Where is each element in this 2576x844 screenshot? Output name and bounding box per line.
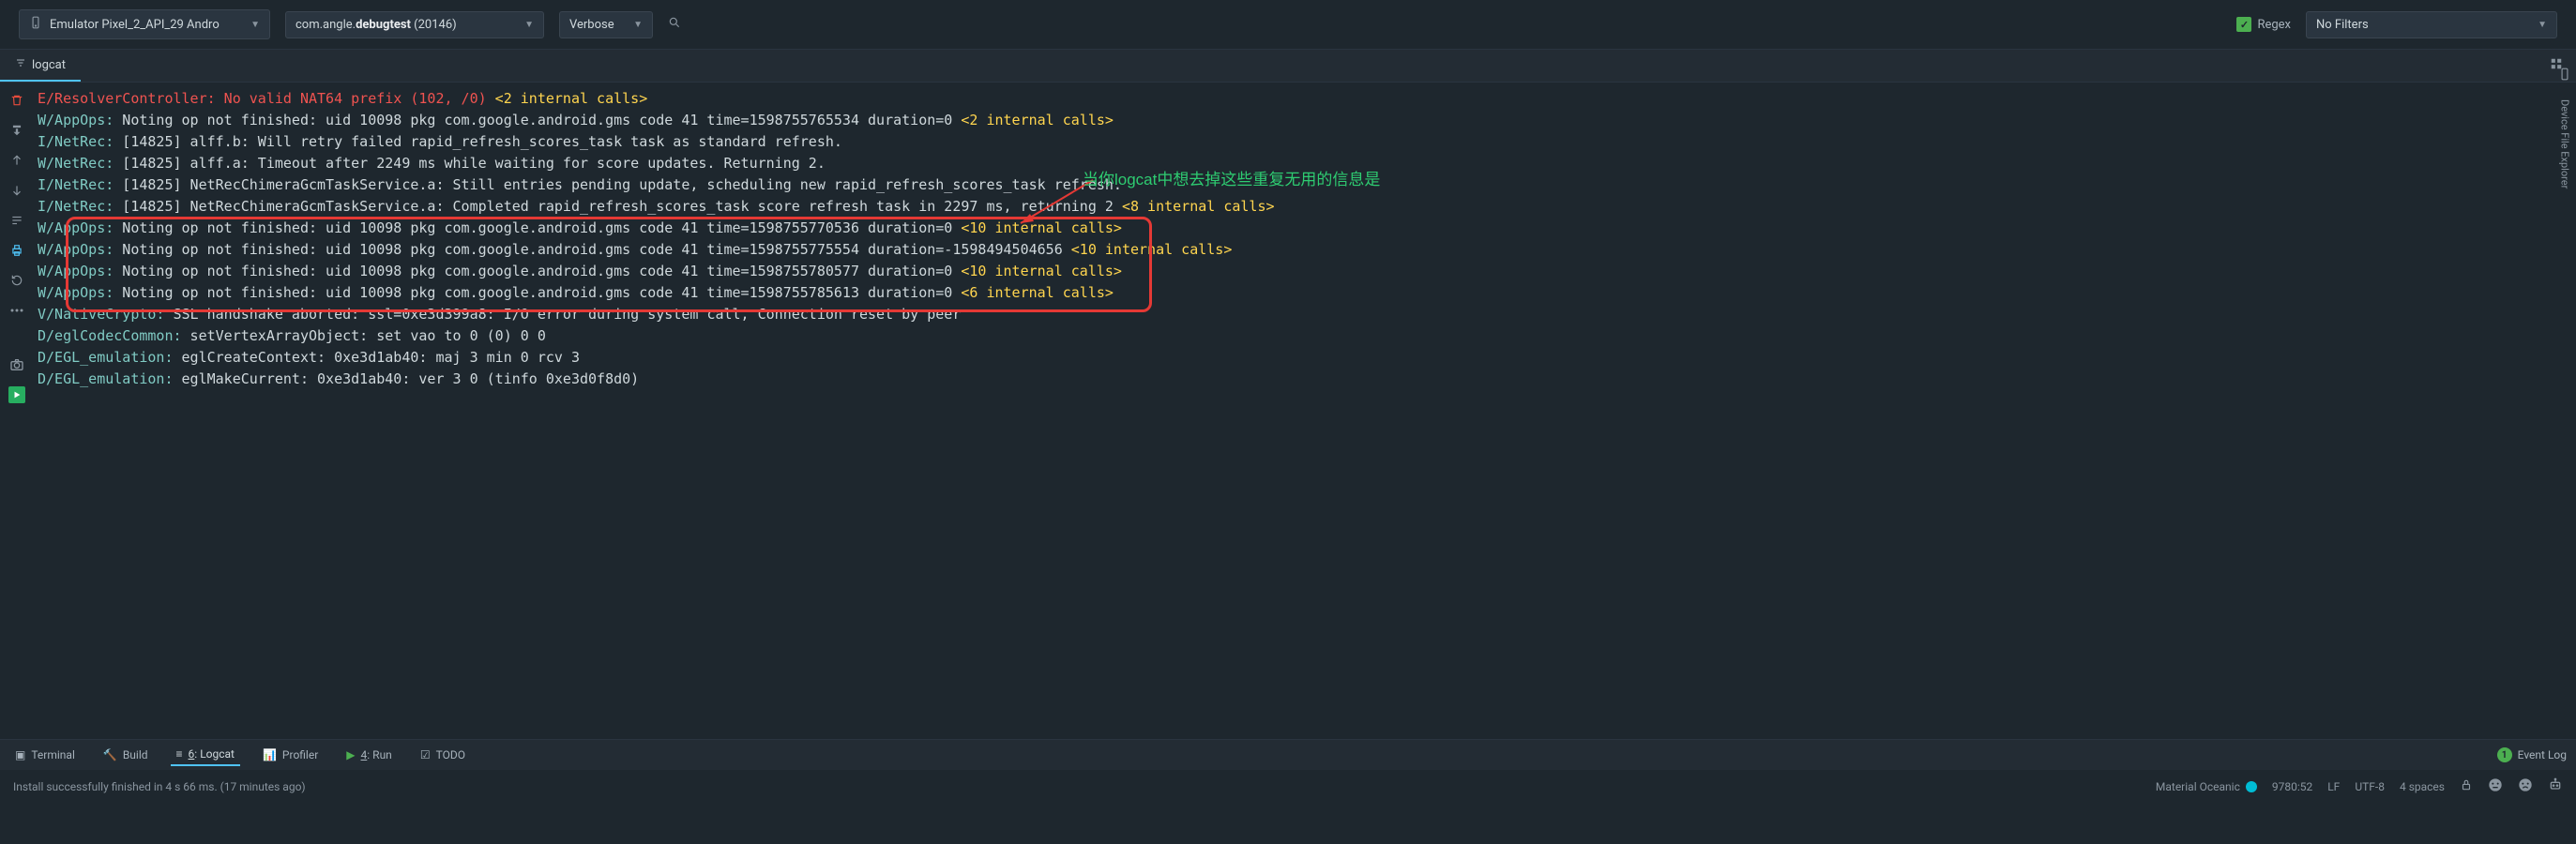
chevron-down-icon: ▼ (633, 20, 643, 30)
regex-toggle[interactable]: ✓ Regex (2236, 17, 2291, 32)
device-icon (29, 16, 42, 33)
loglevel-label: Verbose (569, 18, 614, 32)
oceanic-dot-icon (2246, 781, 2257, 792)
down-arrow-icon[interactable] (8, 182, 25, 199)
terminal-icon: ▣ (15, 748, 25, 761)
logcat-toolbar: Emulator Pixel_2_API_29 Andro ▼ com.angl… (0, 0, 2576, 50)
encoding[interactable]: UTF-8 (2355, 780, 2385, 793)
print-icon[interactable] (8, 242, 25, 259)
right-sidebar: Device File Explorer (2553, 56, 2576, 525)
log-line: W/AppOps: Noting op not finished: uid 10… (38, 218, 2576, 239)
up-arrow-icon[interactable] (8, 152, 25, 169)
logcat-tab-bar: logcat (0, 50, 2576, 83)
camera-icon[interactable] (8, 356, 25, 373)
log-line: W/AppOps: Noting op not finished: uid 10… (38, 282, 2576, 304)
loglevel-dropdown[interactable]: Verbose ▼ (559, 11, 653, 38)
event-badge: 1 (2497, 747, 2512, 762)
chevron-down-icon: ▼ (250, 20, 260, 30)
log-line: I/NetRec: [14825] NetRecChimeraGcmTaskSe… (38, 196, 2576, 218)
process-dropdown[interactable]: com.angle.debugtest (20146) ▼ (285, 11, 544, 38)
todo-icon: ☑ (420, 748, 431, 761)
chevron-down-icon: ▼ (524, 20, 534, 30)
search-input[interactable] (687, 12, 1081, 38)
checkbox-checked-icon: ✓ (2236, 17, 2251, 32)
log-line: W/AppOps: Noting op not finished: uid 10… (38, 261, 2576, 282)
status-message: Install successfully finished in 4 s 66 … (13, 780, 306, 793)
tab-run[interactable]: ▶ 4: Run (341, 745, 398, 765)
log-pane[interactable]: E/ResolverController: No valid NAT64 pre… (34, 83, 2576, 739)
tab-logcat[interactable]: logcat (0, 50, 81, 82)
log-line: I/NetRec: [14825] alff.b: Will retry fai… (38, 131, 2576, 153)
log-line: D/eglCodecCommon: setVertexArrayObject: … (38, 325, 2576, 347)
bottom-tool-tabs: ▣ Terminal 🔨 Build ≡ 6: Logcat 📊 Profile… (0, 739, 2576, 770)
filter-label: No Filters (2316, 18, 2369, 32)
indent[interactable]: 4 spaces (2400, 780, 2445, 793)
build-icon: 🔨 (103, 748, 117, 761)
left-gutter (0, 83, 34, 739)
wrap-icon[interactable] (8, 212, 25, 229)
filter-dropdown[interactable]: No Filters ▼ (2306, 11, 2557, 38)
tab-todo[interactable]: ☑ TODO (415, 745, 471, 765)
record-icon[interactable] (8, 386, 25, 403)
search-icon (668, 16, 681, 33)
log-line: V/NativeCrypto: SSL handshake aborted: s… (38, 304, 2576, 325)
status-bar: Install successfully finished in 4 s 66 … (0, 770, 2576, 803)
more-icon[interactable] (8, 302, 25, 319)
face-neutral-icon[interactable] (2488, 777, 2503, 795)
log-line: D/EGL_emulation: eglMakeCurrent: 0xe3d1a… (38, 369, 2576, 390)
log-line: W/AppOps: Noting op not finished: uid 10… (38, 110, 2576, 131)
logcat-icon: ≡ (176, 747, 183, 761)
event-log-button[interactable]: 1 Event Log (2497, 747, 2567, 762)
trash-icon[interactable] (8, 92, 25, 109)
tab-build[interactable]: 🔨 Build (98, 745, 154, 765)
theme-indicator[interactable]: Material Oceanic (2156, 780, 2257, 793)
chevron-down-icon: ▼ (2538, 20, 2547, 30)
log-line: W/AppOps: Noting op not finished: uid 10… (38, 239, 2576, 261)
annotation-text: 当你logcat中想去掉这些重复无用的信息是 (1083, 169, 1380, 190)
run-icon: ▶ (346, 748, 355, 761)
tab-profiler[interactable]: 📊 Profiler (257, 745, 324, 765)
tab-label: logcat (32, 58, 66, 72)
device-explorer-label[interactable]: Device File Explorer (2559, 92, 2571, 188)
lock-icon[interactable] (2460, 778, 2473, 794)
face-sad-icon[interactable] (2518, 777, 2533, 795)
profiler-icon: 📊 (263, 748, 277, 761)
filter-icon (15, 57, 26, 72)
tab-terminal[interactable]: ▣ Terminal (9, 745, 81, 765)
main-area: E/ResolverController: No valid NAT64 pre… (0, 83, 2576, 739)
regex-label: Regex (2257, 18, 2291, 32)
device-label: Emulator Pixel_2_API_29 Andro (50, 18, 220, 32)
restart-icon[interactable] (8, 272, 25, 289)
device-explorer-icon[interactable] (2556, 66, 2573, 83)
process-label: com.angle.debugtest (20146) (295, 18, 457, 32)
search-wrap (668, 12, 1081, 38)
cursor-position[interactable]: 9780:52 (2272, 780, 2312, 793)
log-line: D/EGL_emulation: eglCreateContext: 0xe3d… (38, 347, 2576, 369)
tab-logcat-bottom[interactable]: ≡ 6: Logcat (171, 744, 240, 766)
scroll-to-end-icon[interactable] (8, 122, 25, 139)
robot-icon[interactable] (2548, 777, 2563, 795)
log-line: E/ResolverController: No valid NAT64 pre… (38, 88, 2576, 110)
device-dropdown[interactable]: Emulator Pixel_2_API_29 Andro ▼ (19, 9, 270, 39)
line-ending[interactable]: LF (2327, 780, 2340, 793)
